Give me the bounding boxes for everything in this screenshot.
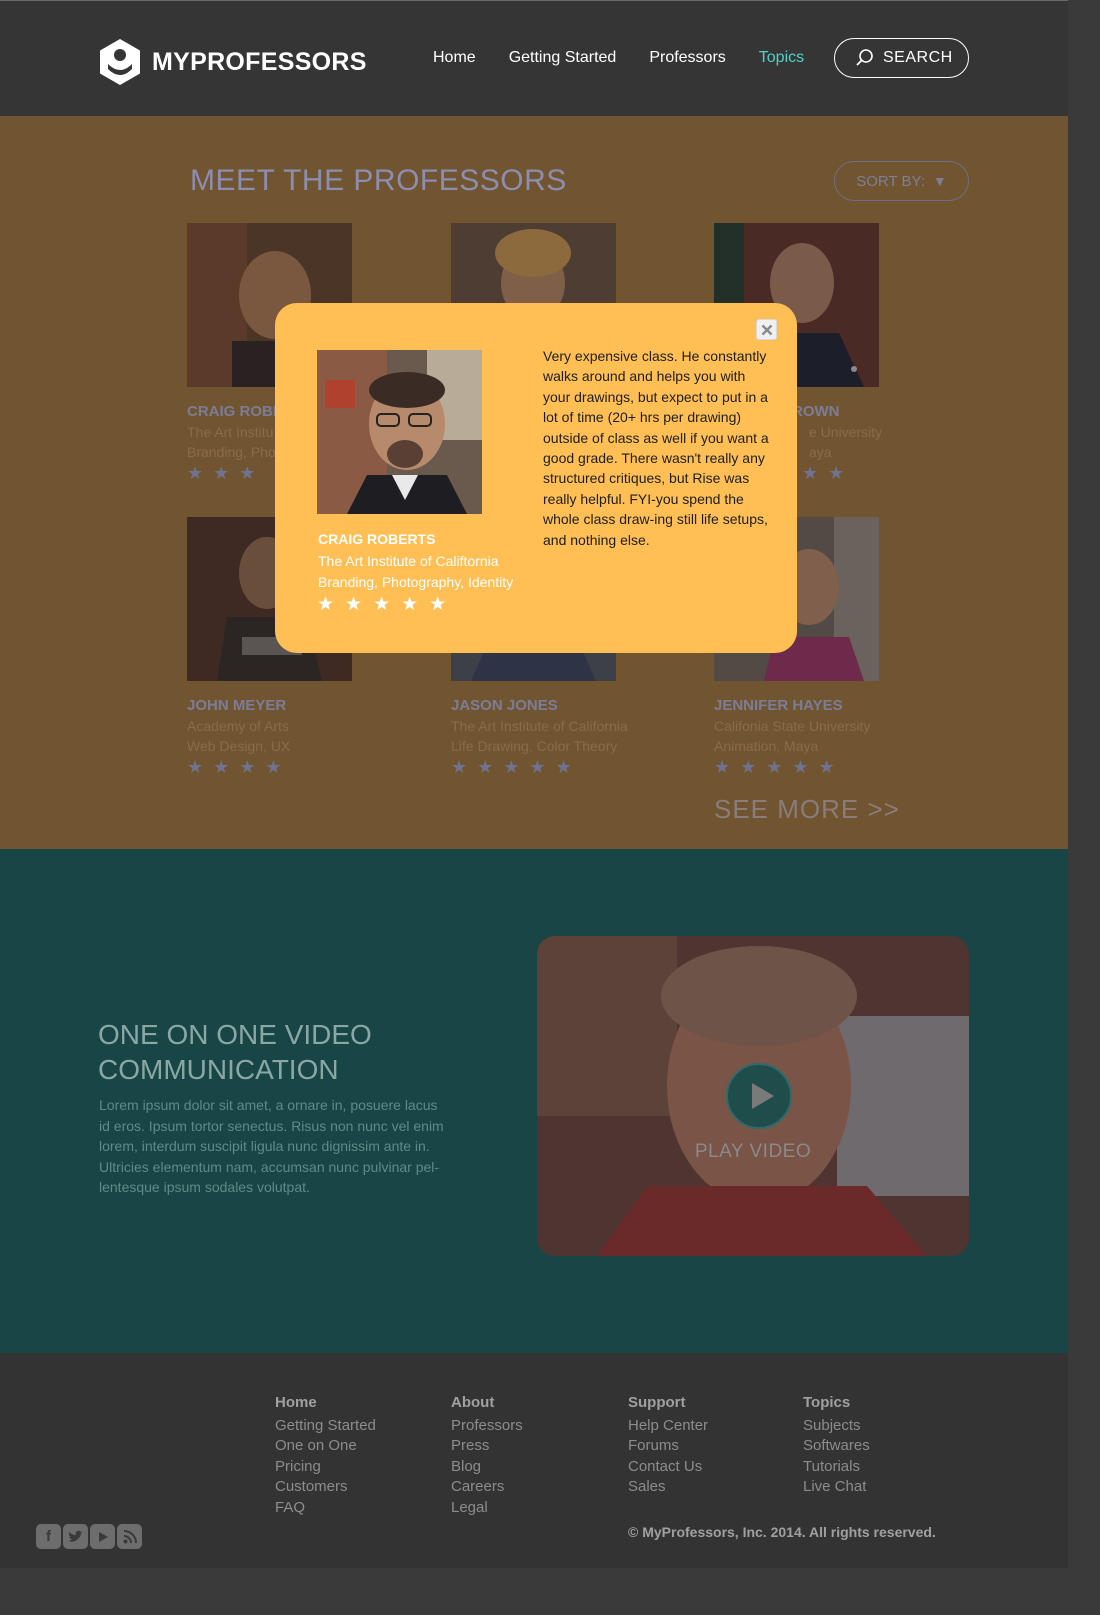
video-section-body: Lorem ipsum dolor sit amet, a ornare in,… bbox=[99, 1097, 444, 1195]
footer-column-topics: Topics Subjects Softwares Tutorials Live… bbox=[803, 1393, 870, 1498]
play-button[interactable] bbox=[726, 1063, 792, 1129]
youtube-icon[interactable] bbox=[90, 1524, 115, 1549]
rating-stars: ★★★★ bbox=[187, 757, 292, 777]
footer-link[interactable]: Live Chat bbox=[803, 1477, 870, 1498]
play-video-label: PLAY VIDEO bbox=[694, 1141, 812, 1162]
review-text: Very expensive class. He constantly walk… bbox=[543, 348, 769, 548]
footer-link[interactable]: Help Center bbox=[628, 1416, 708, 1437]
footer-link[interactable]: Pricing bbox=[275, 1457, 376, 1478]
professor-name: JOHN MEYER bbox=[187, 697, 287, 714]
sort-label: SORT BY: bbox=[856, 172, 925, 190]
professor-topics: Branding, Photography, Identity bbox=[318, 574, 514, 590]
nav-getting-started[interactable]: Getting Started bbox=[509, 49, 617, 67]
professor-topics: Animation, Maya bbox=[714, 738, 819, 754]
site-footer: Home Getting Started One on One Pricing … bbox=[0, 1353, 1068, 1568]
main-nav: Home Getting Started Professors Topics bbox=[433, 49, 837, 67]
hexagon-logo-icon bbox=[100, 39, 140, 85]
footer-link[interactable]: Careers bbox=[451, 1477, 523, 1498]
brand-name: MYPROFESSORS bbox=[152, 47, 367, 76]
professor-topics: Web Design, UX bbox=[187, 738, 291, 754]
footer-link[interactable]: Contact Us bbox=[628, 1457, 708, 1478]
see-more-link[interactable]: SEE MORE >> bbox=[714, 794, 900, 825]
rating-stars: ★★★★★ bbox=[451, 757, 582, 777]
twitter-icon[interactable] bbox=[63, 1524, 88, 1549]
footer-link[interactable]: Blog bbox=[451, 1457, 523, 1478]
footer-column-support: Support Help Center Forums Contact Us Sa… bbox=[628, 1393, 708, 1498]
professor-topics: Life Drawing, Color Theory bbox=[451, 738, 618, 754]
play-icon bbox=[752, 1083, 774, 1109]
footer-link[interactable]: Customers bbox=[275, 1477, 376, 1498]
footer-link[interactable]: Sales bbox=[628, 1477, 708, 1498]
search-icon bbox=[856, 49, 873, 66]
site-header: MYPROFESSORS Home Getting Started Profes… bbox=[0, 0, 1068, 116]
professor-review-modal: CRAIG ROBERTS The Art Institute of Calif… bbox=[275, 303, 797, 653]
professor-school: Academy of Arts bbox=[187, 718, 289, 734]
footer-link[interactable]: FAQ bbox=[275, 1498, 376, 1519]
footer-link[interactable]: Legal bbox=[451, 1498, 523, 1519]
professor-name: JENNIFER HAYES bbox=[714, 697, 843, 714]
footer-column-about: About Professors Press Blog Careers Lega… bbox=[451, 1393, 523, 1518]
professor-name: JASON JONES bbox=[451, 697, 558, 714]
footer-heading[interactable]: Home bbox=[275, 1393, 376, 1414]
caret-down-icon: ▼ bbox=[932, 173, 947, 189]
footer-heading[interactable]: Support bbox=[628, 1393, 708, 1414]
footer-link[interactable]: Professors bbox=[451, 1416, 523, 1437]
footer-heading[interactable]: Topics bbox=[803, 1393, 870, 1414]
nav-topics[interactable]: Topics bbox=[759, 49, 804, 67]
section-title: MEET THE PROFESSORS bbox=[190, 164, 567, 197]
nav-professors[interactable]: Professors bbox=[649, 49, 725, 67]
copyright-text: © MyProfessors, Inc. 2014. All rights re… bbox=[628, 1524, 936, 1540]
rating-stars: ★★★★★ bbox=[714, 757, 845, 777]
footer-link[interactable]: Getting Started bbox=[275, 1416, 376, 1437]
facebook-icon[interactable]: f bbox=[36, 1524, 61, 1549]
footer-heading[interactable]: About bbox=[451, 1393, 523, 1414]
close-button[interactable] bbox=[756, 319, 777, 340]
video-section: ONE ON ONE VIDEO COMMUNICATION Lorem ips… bbox=[0, 849, 1068, 1353]
close-icon bbox=[761, 324, 772, 335]
footer-link[interactable]: Forums bbox=[628, 1436, 708, 1457]
nav-home[interactable]: Home bbox=[433, 49, 476, 67]
rss-icon[interactable] bbox=[117, 1524, 142, 1549]
video-player[interactable]: PLAY VIDEO bbox=[537, 936, 969, 1256]
footer-link[interactable]: Tutorials bbox=[803, 1457, 870, 1478]
sort-button[interactable]: SORT BY: ▼ bbox=[834, 161, 969, 201]
footer-link[interactable]: Press bbox=[451, 1436, 523, 1457]
professor-school: The Art Institute of California bbox=[451, 718, 628, 734]
social-links: f bbox=[36, 1524, 144, 1549]
search-label: SEARCH bbox=[883, 49, 953, 66]
rating-stars: ★★★★★ bbox=[317, 594, 458, 615]
footer-link[interactable]: Subjects bbox=[803, 1416, 870, 1437]
footer-column-home: Home Getting Started One on One Pricing … bbox=[275, 1393, 376, 1518]
professor-school: Califonia State University bbox=[714, 718, 871, 734]
video-section-title: ONE ON ONE VIDEO COMMUNICATION bbox=[98, 1019, 372, 1085]
footer-link[interactable]: One on One bbox=[275, 1436, 376, 1457]
professor-photo bbox=[317, 350, 482, 514]
professor-school: The Art Institute of Califtornia bbox=[318, 553, 499, 569]
professor-name: CRAIG ROBERTS bbox=[318, 531, 436, 547]
brand-logo[interactable]: MYPROFESSORS bbox=[98, 38, 367, 86]
footer-link[interactable]: Softwares bbox=[803, 1436, 870, 1457]
search-button[interactable]: SEARCH bbox=[834, 38, 969, 78]
